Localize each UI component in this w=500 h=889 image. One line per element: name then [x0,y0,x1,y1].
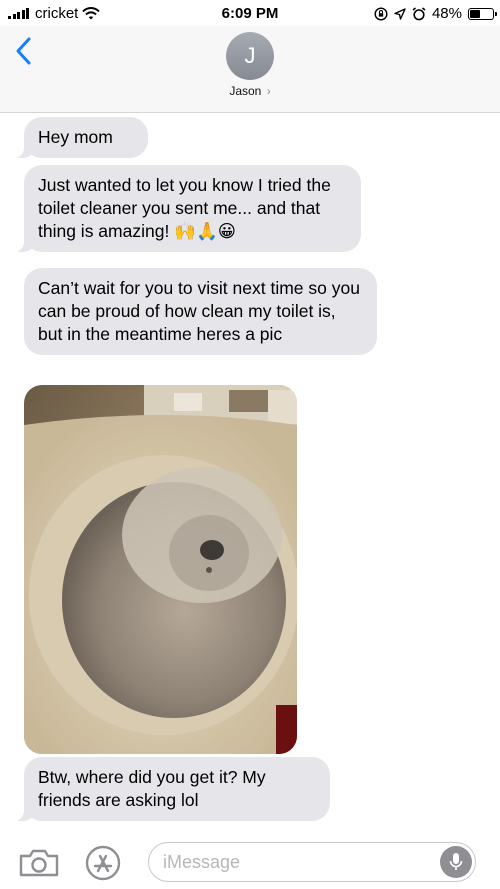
app-store-icon[interactable] [85,845,121,881]
battery-icon [468,7,497,20]
camera-icon[interactable] [18,848,60,878]
imessage-input[interactable]: iMessage [148,842,476,882]
message-text: Hey mom [38,127,113,147]
avatar-initial: J [244,43,256,68]
photo-attachment[interactable] [24,385,297,754]
message-text: Just wanted to let you know I tried the … [38,175,331,241]
contact-avatar[interactable]: J [226,32,274,80]
message-bubble[interactable]: Hey mom [14,117,148,158]
contact-name-button[interactable]: Jason › [0,84,500,98]
message-bubble[interactable]: Can’t wait for you to visit next time so… [24,268,377,355]
location-icon [394,7,406,20]
status-right: 48% [374,5,497,22]
message-text: Can’t wait for you to visit next time so… [38,278,360,344]
message-bubble[interactable]: Just wanted to let you know I tried the … [14,165,361,252]
input-placeholder: iMessage [163,852,241,872]
message-text: Btw, where did you get it? My friends ar… [38,767,266,810]
conversation-header: J Jason › [0,26,500,113]
microphone-icon[interactable] [440,846,472,878]
battery-percent: 48% [431,5,462,22]
message-bubble[interactable]: Btw, where did you get it? My friends ar… [14,757,330,821]
orientation-lock-icon [374,6,388,21]
back-button[interactable] [12,36,36,66]
chevron-right-icon: › [266,84,271,98]
alarm-icon [412,6,426,20]
contact-name: Jason [229,84,262,98]
toilet-photo [24,385,297,754]
message-input-bar: iMessage [0,836,500,889]
status-bar: cricket 6:09 PM 48% [0,0,500,26]
